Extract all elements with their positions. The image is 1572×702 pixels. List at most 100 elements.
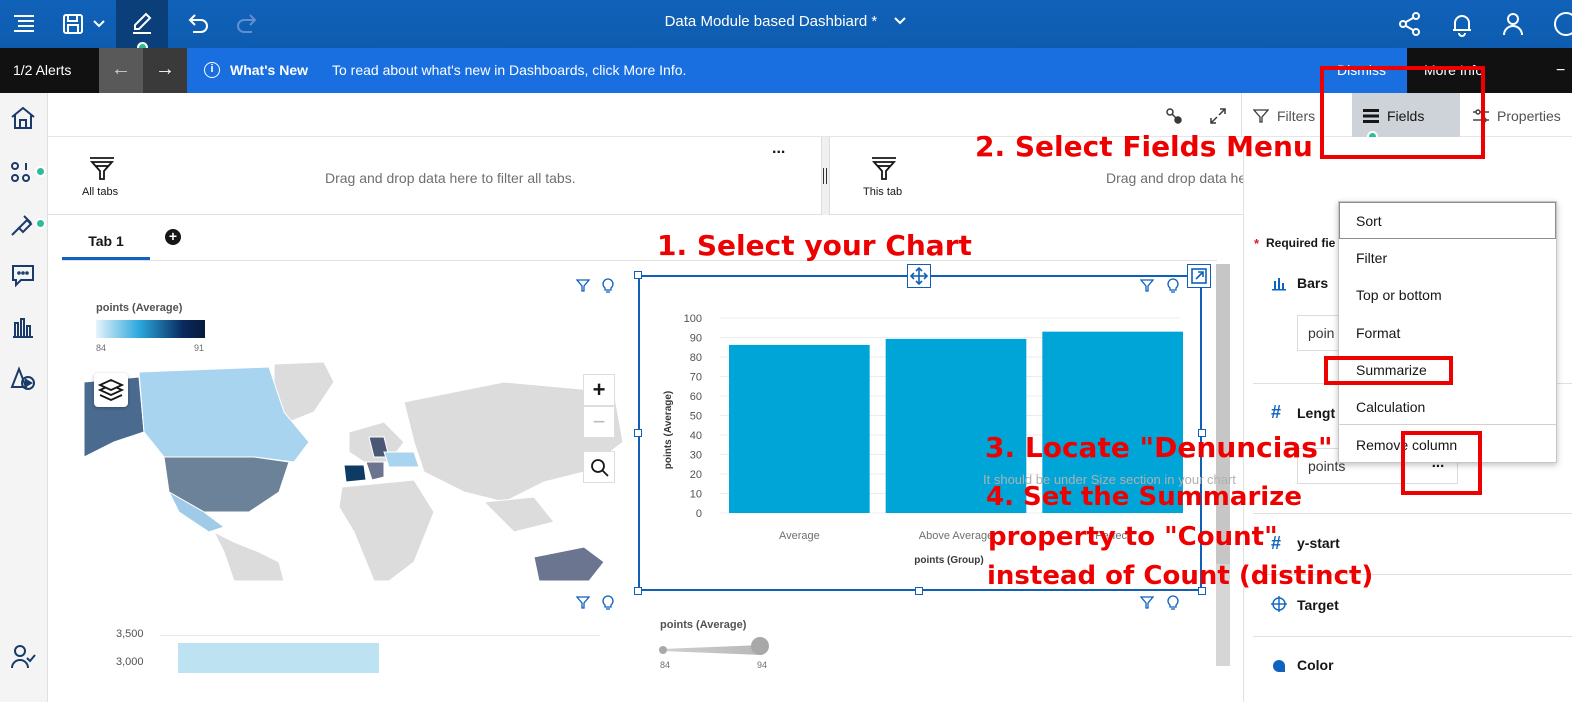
this-tab-label: This tab bbox=[863, 186, 903, 198]
data-sources-icon[interactable] bbox=[9, 158, 37, 191]
alert-close-icon[interactable]: − bbox=[1556, 62, 1565, 80]
bottom-chart-insight-icon[interactable] bbox=[601, 595, 615, 614]
widgets-icon[interactable] bbox=[9, 365, 37, 398]
filters-label: Filters bbox=[1277, 108, 1316, 124]
color-icon bbox=[1273, 660, 1285, 672]
map-zoom-in-button[interactable]: + bbox=[583, 374, 615, 406]
bottom-chart-ytick: 3,500 bbox=[116, 628, 144, 640]
annotation-box-more bbox=[1401, 431, 1482, 495]
all-tabs-more-button[interactable]: ... bbox=[772, 140, 785, 158]
map-legend-title: points (Average) bbox=[96, 302, 183, 314]
chart-filter-icon[interactable] bbox=[1139, 279, 1155, 296]
slider-track[interactable] bbox=[662, 645, 762, 655]
chart-expand-icon[interactable] bbox=[1187, 264, 1211, 288]
menu-separator bbox=[1338, 424, 1557, 425]
title-chevron-icon[interactable] bbox=[893, 13, 907, 30]
chart-below-insight-icon[interactable] bbox=[1166, 595, 1180, 614]
dashboard-title[interactable]: Data Module based Dashbiard * bbox=[0, 13, 1572, 30]
map-legend-gradient bbox=[96, 320, 205, 338]
map-filter-icon[interactable] bbox=[575, 279, 591, 296]
annotation-step-4-line-1: 4. Set the Summarize bbox=[986, 482, 1302, 512]
annotation-step-1: 1. Select your Chart bbox=[657, 229, 972, 262]
menu-item-sort[interactable]: Sort bbox=[1356, 213, 1382, 229]
target-slot-label: Target bbox=[1297, 597, 1339, 613]
tab-1[interactable]: Tab 1 bbox=[62, 228, 150, 260]
bottom-chart-gridline bbox=[160, 635, 600, 636]
menu-item-calculation[interactable]: Calculation bbox=[1356, 399, 1425, 415]
required-asterisk: * bbox=[1254, 236, 1260, 251]
annotation-box-fields bbox=[1320, 66, 1485, 159]
menu-item-format[interactable]: Format bbox=[1356, 325, 1400, 341]
slider-title: points (Average) bbox=[660, 619, 747, 631]
slider-max-label: 94 bbox=[757, 660, 768, 670]
bottom-chart-bar[interactable] bbox=[178, 643, 379, 673]
chart-y-tick-label: 30 bbox=[690, 450, 702, 462]
pin-icon[interactable] bbox=[9, 210, 37, 243]
annotation-step-4-line-2: property to "Count" bbox=[988, 522, 1278, 552]
slider-min-handle[interactable] bbox=[659, 646, 667, 654]
user-settings-icon[interactable] bbox=[9, 642, 37, 675]
required-fields-label: Required fie bbox=[1266, 236, 1336, 250]
chart-y-tick-label: 70 bbox=[690, 372, 702, 384]
chart-y-tick-label: 10 bbox=[690, 489, 702, 501]
panel-separator bbox=[1253, 636, 1572, 637]
annotation-step-4-line-3: instead of Count (distinct) bbox=[987, 561, 1374, 591]
chart-x-axis-label: points (Group) bbox=[914, 555, 983, 566]
map-layers-button[interactable] bbox=[94, 373, 128, 407]
world-map[interactable] bbox=[84, 362, 623, 581]
all-tabs-drop-hint: Drag and drop data here to filter all ta… bbox=[325, 170, 576, 186]
visualizations-icon[interactable] bbox=[9, 313, 37, 346]
annotation-box-summarize bbox=[1324, 356, 1453, 385]
all-tabs-filter-icon[interactable] bbox=[88, 155, 116, 186]
chart-y-tick-label: 100 bbox=[684, 313, 702, 325]
map-zoom-out-button[interactable]: − bbox=[583, 406, 615, 438]
chart-insight-icon[interactable] bbox=[1166, 278, 1180, 297]
chart-y-tick-label: 90 bbox=[690, 333, 702, 345]
menu-item-filter[interactable]: Filter bbox=[1356, 250, 1387, 266]
chart-x-tick-label: Average bbox=[779, 530, 820, 542]
map-insight-icon[interactable] bbox=[601, 278, 615, 297]
add-tab-icon[interactable]: + bbox=[165, 229, 181, 245]
user-icon[interactable] bbox=[1499, 10, 1527, 38]
resize-handle[interactable] bbox=[634, 271, 642, 279]
map-legend-min: 84 bbox=[96, 343, 107, 353]
tab-underline bbox=[62, 260, 1217, 261]
map-legend-max: 91 bbox=[194, 343, 205, 353]
chart-y-axis-label: points (Average) bbox=[663, 391, 674, 470]
comments-icon[interactable] bbox=[9, 261, 37, 294]
canvas-scrollbar-thumb[interactable] bbox=[1216, 264, 1230, 564]
data-sources-status-dot bbox=[35, 166, 46, 177]
alert-count: 1/2 Alerts bbox=[0, 48, 99, 93]
this-tab-filter-icon[interactable] bbox=[870, 155, 898, 186]
info-icon: i bbox=[204, 62, 220, 78]
properties-tab[interactable]: Properties bbox=[1497, 108, 1561, 124]
chart-y-tick-label: 50 bbox=[690, 411, 702, 423]
bottom-chart-filter-icon[interactable] bbox=[575, 596, 591, 613]
notification-bell-icon[interactable] bbox=[1448, 10, 1476, 38]
chart-y-tick-label: 40 bbox=[690, 430, 702, 442]
bottom-chart-ytick: 3,000 bbox=[116, 656, 144, 668]
home-icon[interactable] bbox=[9, 104, 37, 137]
chart-y-tick-label: 80 bbox=[690, 352, 702, 364]
move-handle-icon[interactable] bbox=[907, 264, 931, 288]
chart-below-filter-icon[interactable] bbox=[1139, 596, 1155, 613]
bars-slot-label: Bars bbox=[1297, 275, 1329, 291]
chart-bar[interactable] bbox=[729, 344, 870, 513]
target-icon bbox=[1271, 596, 1287, 617]
map-search-button[interactable] bbox=[583, 451, 615, 483]
pin-relations-icon[interactable] bbox=[1165, 107, 1183, 130]
help-icon[interactable] bbox=[1552, 10, 1572, 38]
chart-y-tick-label: 0 bbox=[696, 508, 702, 520]
slider-max-handle[interactable] bbox=[751, 637, 769, 655]
alert-next-button[interactable]: → bbox=[143, 48, 187, 93]
filter-icon bbox=[1252, 108, 1270, 129]
share-icon[interactable] bbox=[1396, 10, 1424, 38]
annotation-step-3: 3. Locate "Denuncias" bbox=[985, 431, 1333, 464]
alert-prev-button[interactable]: ← bbox=[99, 48, 143, 93]
color-slot-label: Color bbox=[1297, 657, 1334, 673]
chart-y-tick-label: 60 bbox=[690, 391, 702, 403]
expand-icon[interactable] bbox=[1209, 107, 1227, 130]
dashboard-title-text: Data Module based Dashbiard * bbox=[664, 13, 878, 30]
menu-item-top-or-bottom[interactable]: Top or bottom bbox=[1356, 287, 1442, 303]
bars-icon bbox=[1271, 275, 1287, 296]
